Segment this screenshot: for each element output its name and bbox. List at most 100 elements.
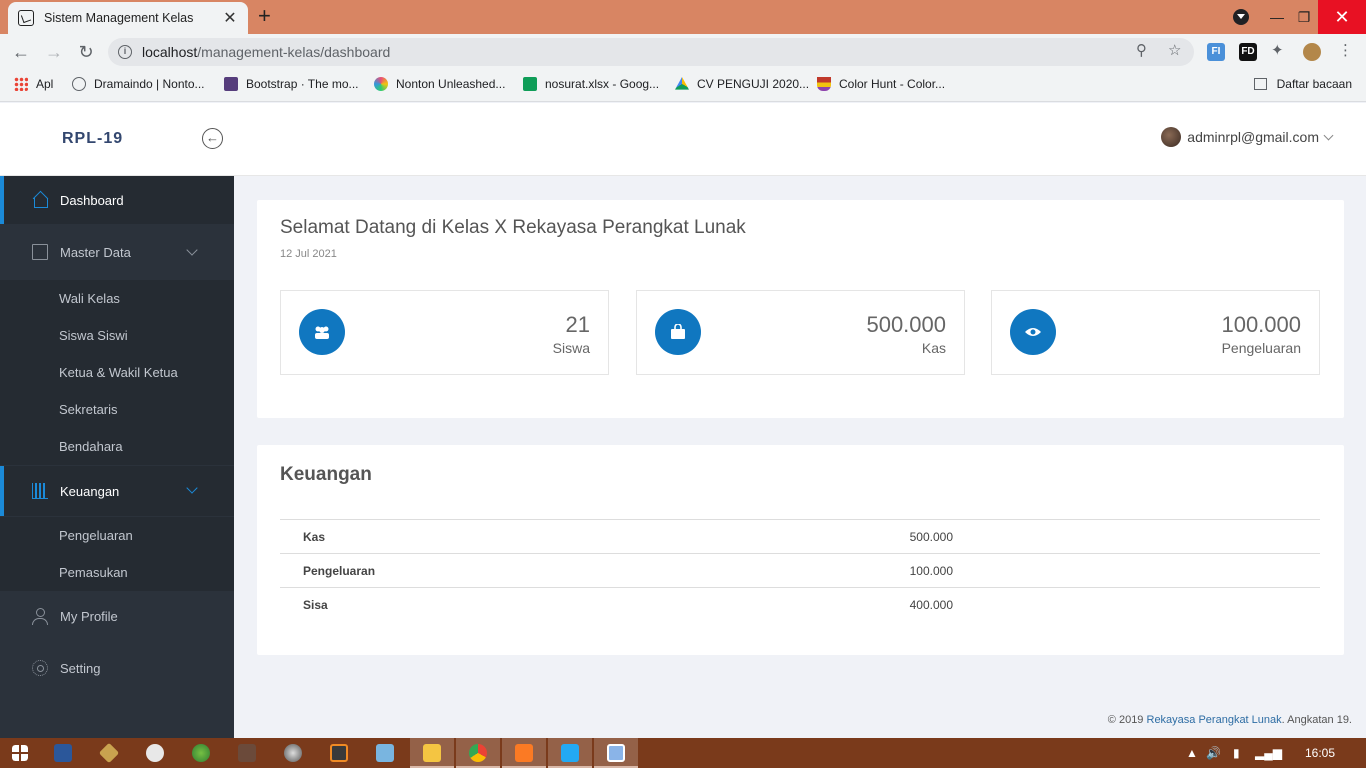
minimize-window-button[interactable]: — [1265, 0, 1289, 34]
close-window-button[interactable]: ✕ [1318, 0, 1366, 34]
restore-window-button[interactable]: ❐ [1292, 0, 1316, 34]
stat-card-siswa: 21 Siswa [280, 290, 609, 375]
table-cell-key: Pengeluaran [280, 553, 800, 588]
user-email: adminrpl@gmail.com [1187, 129, 1319, 145]
bookmarks-bar: Apl Dramaindo | Nonto... Bootstrap · The… [0, 70, 1366, 102]
bookmark-nosurat[interactable]: nosurat.xlsx - Goog... [523, 77, 659, 91]
app-network-icon[interactable] [284, 744, 302, 762]
sidebar-item-bendahara[interactable]: Bendahara [0, 428, 234, 465]
bookmark-cv-penguji[interactable]: CV PENGUJI 2020... [675, 77, 809, 91]
zoom-icon[interactable]: ⚲ [1136, 41, 1147, 59]
table-row: Kas 500.000 [280, 519, 1320, 554]
bootstrap-logo-icon [224, 77, 238, 91]
taskbar-item-xampp[interactable] [502, 738, 546, 768]
sidebar-toggle-arrow-icon[interactable]: ← [202, 128, 223, 149]
extensions-puzzle-icon[interactable]: ✦ [1271, 41, 1284, 59]
bookmark-label: Apl [36, 77, 54, 91]
browser-tabstrip: Sistem Management Kelas ✕ + — ❐ ✕ [0, 0, 1366, 34]
sublime-text-icon[interactable] [330, 744, 348, 762]
bookmark-apps[interactable]: Apl [14, 77, 53, 91]
sidebar-item-sekretaris[interactable]: Sekretaris [0, 391, 234, 428]
tab-close-icon[interactable]: ✕ [222, 8, 238, 28]
sheets-icon [523, 77, 537, 91]
bookmark-label: Color Hunt - Color... [839, 77, 946, 91]
app-brand[interactable]: RPL-19 [62, 130, 123, 148]
browser-menu-icon[interactable]: ⋮ [1338, 41, 1353, 59]
sidebar-item-siswa-siswi[interactable]: Siswa Siswi [0, 317, 234, 354]
sidebar-item-wali-kelas[interactable]: Wali Kelas [0, 280, 234, 317]
table-row: Sisa 400.000 [280, 587, 1320, 622]
page-title: Selamat Datang di Kelas X Rekayasa Peran… [280, 217, 746, 238]
stat-label: Pengeluaran [1221, 340, 1301, 356]
chrome-icon [469, 744, 487, 762]
browser-profile-menu-icon[interactable] [1233, 9, 1249, 25]
sidebar-item-master-data[interactable]: Master Data [0, 228, 234, 276]
table-cell-value: 500.000 [800, 519, 1320, 554]
vscode-icon [561, 744, 579, 762]
site-info-icon[interactable]: i [118, 45, 132, 59]
file-explorer-icon [423, 744, 441, 762]
app-folders-icon[interactable] [376, 744, 394, 762]
reload-icon[interactable]: ↻ [75, 41, 97, 63]
url-host: localhost [142, 44, 198, 60]
page-favicon-icon [18, 10, 34, 26]
home-icon [32, 192, 48, 208]
stat-card-kas: 500.000 Kas [636, 290, 965, 375]
table-cell-value: 400.000 [800, 587, 1320, 622]
user-menu[interactable]: adminrpl@gmail.com [1161, 127, 1334, 147]
bookmark-label: Nonton Unleashed... [396, 77, 506, 91]
forward-arrow-icon[interactable]: → [43, 41, 65, 63]
sidebar-item-pemasukan[interactable]: Pemasukan [0, 554, 234, 591]
app-circle-icon[interactable] [146, 744, 164, 762]
taskbar-item-explorer[interactable] [410, 738, 454, 768]
sidebar-item-my-profile[interactable]: My Profile [0, 592, 234, 640]
document-icon [32, 244, 48, 260]
extension-fd-icon[interactable]: FD [1239, 43, 1257, 61]
taskbar-item-vscode[interactable] [548, 738, 592, 768]
app-header: RPL-19 ← adminrpl@gmail.com [0, 103, 1366, 176]
url-path: /management-kelas/dashboard [197, 44, 391, 60]
app-globe-icon[interactable] [192, 744, 210, 762]
play-circle-icon [72, 77, 86, 91]
sidebar-item-keuangan[interactable]: Keuangan [0, 466, 234, 516]
sidebar-item-setting[interactable]: Setting [0, 644, 234, 692]
bookmark-nonton[interactable]: Nonton Unleashed... [374, 77, 505, 91]
table-cell-value: 100.000 [800, 553, 1320, 588]
reading-list-button[interactable]: Daftar bacaan [1253, 77, 1352, 91]
battery-icon[interactable]: ▮ [1233, 746, 1240, 760]
new-tab-button[interactable]: + [258, 5, 271, 27]
back-arrow-icon[interactable]: ← [10, 41, 32, 63]
taskbar-clock[interactable]: 16:05 [1305, 746, 1335, 760]
app-people-icon[interactable] [238, 744, 256, 762]
word-app-icon[interactable] [54, 744, 72, 762]
tray-up-arrow-icon[interactable]: ▲ [1186, 746, 1198, 760]
volume-icon[interactable]: 🔊 [1206, 746, 1221, 760]
stat-card-pengeluaran: 100.000 Pengeluaran [991, 290, 1320, 375]
extension-fi-icon[interactable]: FI [1207, 43, 1225, 61]
keuangan-submenu: Pengeluaran Pemasukan [0, 517, 234, 591]
bookmark-dramaindo[interactable]: Dramaindo | Nonto... [72, 77, 205, 91]
eye-icon [1010, 309, 1056, 355]
footer-link[interactable]: Rekayasa Perangkat Lunak [1147, 714, 1282, 726]
browser-tab[interactable]: Sistem Management Kelas ✕ [8, 2, 248, 34]
bookmark-bootstrap[interactable]: Bootstrap · The mo... [224, 77, 359, 91]
address-bar[interactable]: i localhost /management-kelas/dashboard [108, 38, 1194, 66]
sidebar-item-dashboard[interactable]: Dashboard [0, 176, 234, 224]
sidebar-item-pengeluaran[interactable]: Pengeluaran [0, 517, 234, 554]
sidebar-item-ketua-wakil[interactable]: Ketua & Wakil Ketua [0, 354, 234, 391]
table-cell-key: Kas [280, 519, 800, 554]
bookmark-color-hunt[interactable]: Color Hunt - Color... [817, 77, 945, 91]
pinwheel-icon [374, 77, 388, 91]
taskbar-item-window[interactable] [594, 738, 638, 768]
taskbar-item-chrome[interactable] [456, 738, 500, 768]
user-profile-icon[interactable] [1303, 43, 1321, 61]
gear-icon [32, 660, 48, 676]
os-taskbar: ▲ 🔊 ▮ ▂▄▆ 16:05 [0, 738, 1366, 768]
chevron-down-icon [186, 482, 198, 494]
windows-start-icon[interactable] [12, 745, 28, 761]
app-diamond-icon[interactable] [98, 742, 120, 764]
chevron-down-icon [1323, 130, 1334, 140]
bookmark-star-icon[interactable]: ☆ [1168, 41, 1181, 59]
wifi-signal-icon[interactable]: ▂▄▆ [1255, 746, 1282, 760]
xampp-icon [515, 744, 533, 762]
